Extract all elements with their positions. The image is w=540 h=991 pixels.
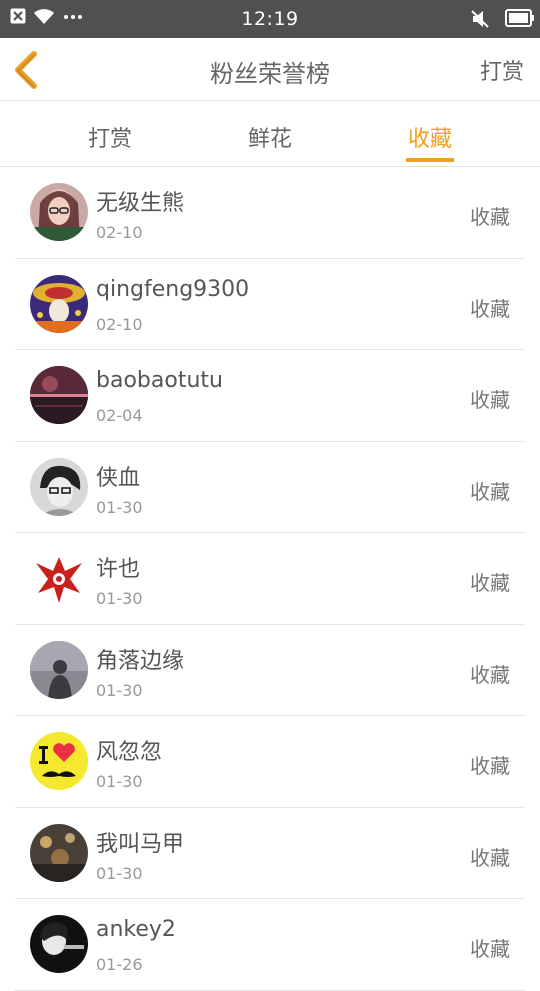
active-tab-indicator [406, 158, 454, 162]
fan-date: 01-30 [96, 589, 143, 608]
list-item[interactable]: 风忽忽 01-30 收藏 [15, 716, 525, 808]
fan-action-type: 收藏 [470, 937, 510, 961]
fan-action-type: 收藏 [470, 845, 510, 870]
fan-date: 02-04 [96, 406, 143, 425]
list-item[interactable]: ankey2 01-26 收藏 [15, 899, 525, 991]
avatar [30, 183, 88, 241]
avatar [30, 549, 88, 607]
fan-name: 角落边缘 [96, 648, 185, 674]
avatar [30, 915, 88, 973]
fan-date: 01-30 [96, 680, 143, 700]
list-item[interactable]: baobaotutu 02-04 收藏 [15, 350, 525, 442]
page-title: 粉丝荣誉榜 [210, 60, 330, 88]
fan-name: 许也 [96, 557, 141, 582]
mute-icon [470, 9, 490, 33]
fan-action-type: 收藏 [470, 662, 510, 687]
list-item[interactable]: 我叫马甲 01-30 收藏 [15, 808, 525, 899]
fan-name: baobaotutu [96, 368, 223, 393]
list-item[interactable]: 许也 01-30 收藏 [15, 533, 525, 625]
avatar [30, 823, 88, 882]
tab-label: 收藏 [407, 127, 452, 152]
fan-name: 侠血 [96, 465, 141, 491]
list-item[interactable]: 无级生熊 02-10 收藏 [15, 167, 525, 259]
reward-button[interactable]: 打赏 [480, 54, 524, 86]
tab-flowers[interactable]: 鲜花 [220, 101, 320, 167]
list-item[interactable]: 侠血 01-30 收藏 [15, 442, 525, 533]
fan-action-type: 收藏 [470, 479, 510, 504]
fan-date: 01-26 [96, 955, 143, 974]
fan-date: 02-10 [96, 223, 143, 242]
avatar [30, 732, 88, 790]
fan-name: ankey2 [96, 917, 176, 942]
tab-favorites[interactable]: 收藏 [380, 101, 480, 167]
fan-date: 02-10 [96, 314, 143, 334]
avatar [30, 366, 88, 424]
fan-action-type: 收藏 [470, 571, 510, 595]
battery-icon [505, 9, 535, 31]
list-item[interactable]: qingfeng9300 02-10 收藏 [15, 259, 525, 350]
fan-date: 01-30 [96, 772, 143, 791]
avatar [30, 640, 88, 699]
tab-label: 打赏 [87, 127, 132, 152]
fan-name: 风忽忽 [96, 740, 163, 765]
fan-name: 无级生熊 [96, 191, 185, 216]
fan-action-type: 收藏 [470, 205, 510, 229]
header: 粉丝荣誉榜 打赏 [0, 38, 540, 101]
avatar [30, 457, 88, 516]
fan-action-type: 收藏 [470, 296, 510, 321]
avatar [30, 274, 88, 333]
fan-name: qingfeng9300 [96, 276, 250, 302]
tab-bar: 打赏 鲜花 收藏 [0, 101, 540, 167]
list-item[interactable]: 角落边缘 01-30 收藏 [15, 625, 525, 716]
fan-list: 无级生熊 02-10 收藏 qingfeng9300 02-10 收藏 baob… [0, 167, 540, 991]
fan-name: 我叫马甲 [96, 831, 185, 857]
fan-action-type: 收藏 [470, 754, 510, 778]
fan-date: 01-30 [96, 863, 143, 883]
fan-date: 01-30 [96, 497, 143, 517]
tab-label: 鲜花 [247, 127, 292, 152]
status-bar: 12:19 [0, 0, 540, 38]
status-time: 12:19 [241, 8, 299, 30]
tab-reward[interactable]: 打赏 [60, 101, 160, 167]
fan-action-type: 收藏 [470, 388, 510, 412]
